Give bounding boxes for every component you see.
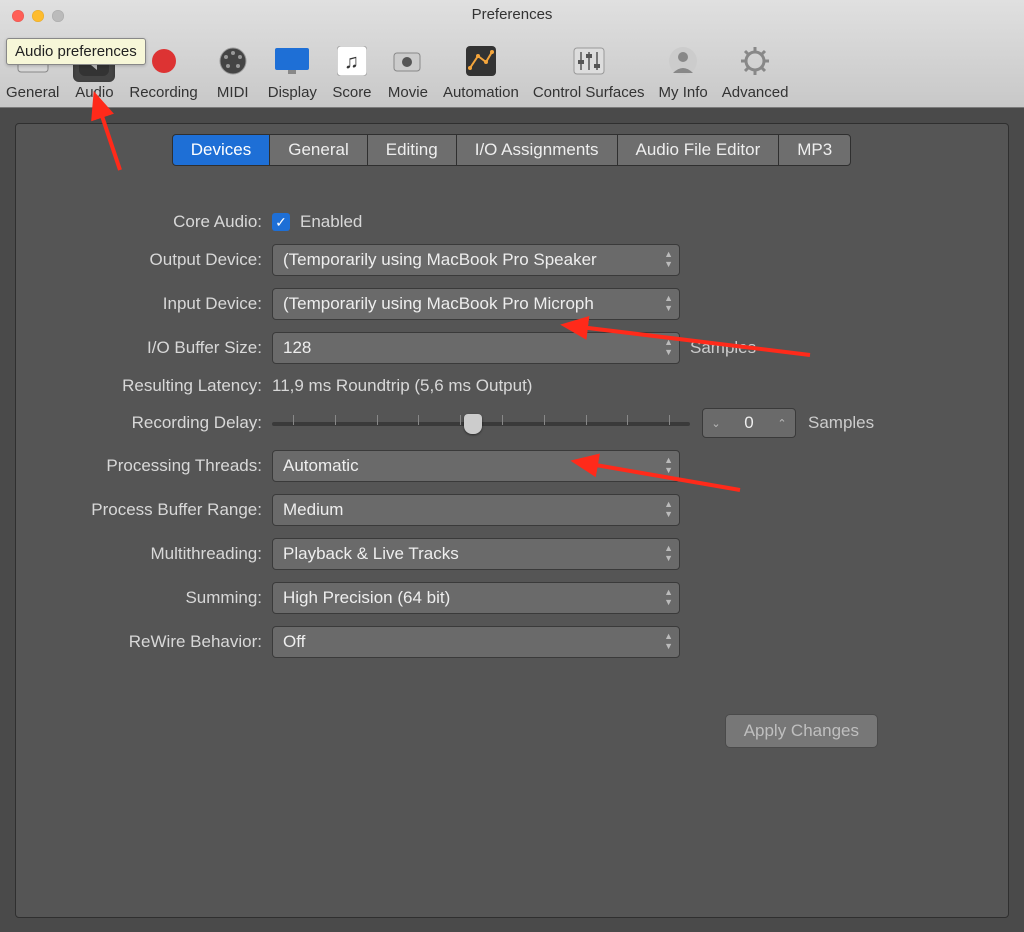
titlebar: Preferences Audio preferences General Au… (0, 0, 1024, 108)
recording-delay-value: 0 (729, 413, 769, 433)
toolbar-label: Audio (75, 84, 113, 101)
toolbar-label: Display (268, 84, 317, 101)
toolbar-label: General (6, 84, 59, 101)
input-device-label: Input Device: (16, 294, 272, 314)
score-icon: ♫ (331, 40, 373, 82)
toolbar-display[interactable]: Display (268, 40, 317, 101)
latency-label: Resulting Latency: (16, 376, 272, 396)
slider-thumb[interactable] (464, 414, 482, 434)
core-audio-value: Enabled (300, 212, 362, 232)
output-device-value: (Temporarily using MacBook Pro Speaker (283, 250, 597, 270)
automation-icon (460, 40, 502, 82)
movie-icon (387, 40, 429, 82)
stepper-down-button[interactable]: ⌄ (703, 417, 729, 430)
window-title: Preferences (0, 0, 1024, 23)
svg-text:♫: ♫ (344, 51, 359, 73)
apply-changes-button[interactable]: Apply Changes (725, 714, 878, 748)
subtab-general[interactable]: General (269, 134, 367, 166)
close-window-button[interactable] (12, 10, 24, 22)
tooltip-audio-preferences: Audio preferences (6, 38, 146, 65)
toolbar-label: Advanced (722, 84, 789, 101)
chevron-updown-icon: ▲▼ (664, 249, 673, 269)
multithreading-value: Playback & Live Tracks (283, 544, 459, 564)
subtab-io-assignments[interactable]: I/O Assignments (456, 134, 618, 166)
core-audio-checkbox[interactable]: ✓ (272, 213, 290, 231)
recording-delay-slider[interactable] (272, 411, 690, 435)
advanced-icon (734, 40, 776, 82)
devices-form: Core Audio: ✓ Enabled Output Device: (Te… (16, 206, 1008, 664)
chevron-updown-icon: ▲▼ (664, 631, 673, 651)
summing-select[interactable]: High Precision (64 bit) ▲▼ (272, 582, 680, 614)
io-buffer-value: 128 (283, 338, 311, 358)
chevron-updown-icon: ▲▼ (664, 499, 673, 519)
summing-label: Summing: (16, 588, 272, 608)
toolbar-movie[interactable]: Movie (387, 40, 429, 101)
io-buffer-select[interactable]: 128 ▲▼ (272, 332, 680, 364)
output-device-select[interactable]: (Temporarily using MacBook Pro Speaker ▲… (272, 244, 680, 276)
process-buffer-range-select[interactable]: Medium ▲▼ (272, 494, 680, 526)
chevron-updown-icon: ▲▼ (664, 337, 673, 357)
toolbar-score[interactable]: ♫ Score (331, 40, 373, 101)
processing-threads-label: Processing Threads: (16, 456, 272, 476)
subtab-audio-file-editor[interactable]: Audio File Editor (617, 134, 780, 166)
recording-delay-stepper[interactable]: ⌄ 0 ⌃ (702, 408, 796, 438)
subtab-editing[interactable]: Editing (367, 134, 457, 166)
recording-icon (143, 40, 185, 82)
toolbar-label: Movie (388, 84, 428, 101)
recording-delay-label: Recording Delay: (16, 413, 272, 433)
multithreading-label: Multithreading: (16, 544, 272, 564)
recording-delay-suffix: Samples (808, 413, 874, 433)
preferences-panel: Devices General Editing I/O Assignments … (15, 123, 1009, 918)
chevron-updown-icon: ▲▼ (664, 455, 673, 475)
toolbar-control-surfaces[interactable]: Control Surfaces (533, 40, 645, 101)
rewire-value: Off (283, 632, 305, 652)
chevron-updown-icon: ▲▼ (664, 587, 673, 607)
core-audio-label: Core Audio: (16, 212, 272, 232)
subtab-bar: Devices General Editing I/O Assignments … (16, 134, 1008, 166)
process-buffer-range-value: Medium (283, 500, 343, 520)
toolbar-midi[interactable]: MIDI (212, 40, 254, 101)
process-buffer-range-label: Process Buffer Range: (16, 500, 272, 520)
output-device-label: Output Device: (16, 250, 272, 270)
zoom-window-button[interactable] (52, 10, 64, 22)
chevron-updown-icon: ▲▼ (664, 293, 673, 313)
toolbar-advanced[interactable]: Advanced (722, 40, 789, 101)
toolbar: General Audio Recording MIDI Display ♫ S… (0, 40, 1024, 107)
chevron-updown-icon: ▲▼ (664, 543, 673, 563)
io-buffer-suffix: Samples (690, 338, 756, 358)
window-controls (12, 10, 64, 22)
toolbar-label: Score (332, 84, 371, 101)
processing-threads-select[interactable]: Automatic ▲▼ (272, 450, 680, 482)
rewire-label: ReWire Behavior: (16, 632, 272, 652)
toolbar-label: Recording (129, 84, 197, 101)
multithreading-select[interactable]: Playback & Live Tracks ▲▼ (272, 538, 680, 570)
toolbar-my-info[interactable]: My Info (659, 40, 708, 101)
rewire-select[interactable]: Off ▲▼ (272, 626, 680, 658)
toolbar-label: Automation (443, 84, 519, 101)
toolbar-label: MIDI (217, 84, 249, 101)
stepper-up-button[interactable]: ⌃ (769, 417, 795, 430)
display-icon (271, 40, 313, 82)
midi-icon (212, 40, 254, 82)
input-device-value: (Temporarily using MacBook Pro Microph (283, 294, 594, 314)
toolbar-label: My Info (659, 84, 708, 101)
input-device-select[interactable]: (Temporarily using MacBook Pro Microph ▲… (272, 288, 680, 320)
processing-threads-value: Automatic (283, 456, 359, 476)
io-buffer-label: I/O Buffer Size: (16, 338, 272, 358)
toolbar-automation[interactable]: Automation (443, 40, 519, 101)
summing-value: High Precision (64 bit) (283, 588, 450, 608)
subtab-mp3[interactable]: MP3 (778, 134, 851, 166)
minimize-window-button[interactable] (32, 10, 44, 22)
subtab-devices[interactable]: Devices (172, 134, 270, 166)
latency-value: 11,9 ms Roundtrip (5,6 ms Output) (272, 376, 532, 396)
control-surfaces-icon (568, 40, 610, 82)
my-info-icon (662, 40, 704, 82)
toolbar-label: Control Surfaces (533, 84, 645, 101)
